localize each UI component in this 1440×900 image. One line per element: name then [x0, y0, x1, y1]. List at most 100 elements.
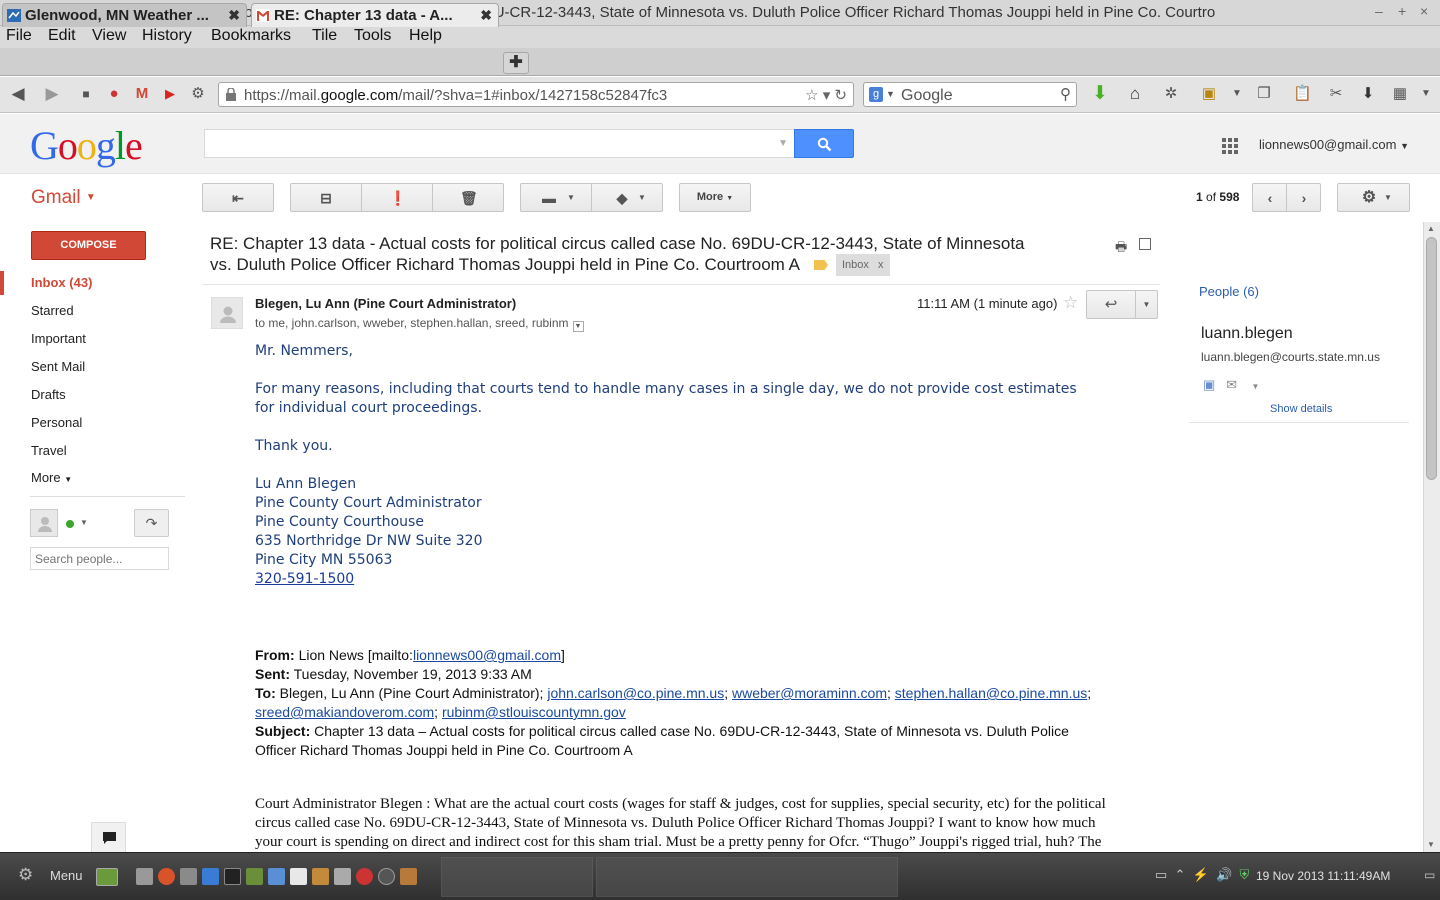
- chat-avatar[interactable]: [30, 509, 58, 537]
- files-icon[interactable]: [246, 868, 263, 885]
- app-icon[interactable]: [180, 868, 197, 885]
- briefcase-icon[interactable]: ▣: [1201, 86, 1217, 102]
- apps-grid-icon[interactable]: [1221, 137, 1239, 155]
- url-bar[interactable]: https://mail.google.com/mail/?shva=1#inb…: [218, 82, 854, 107]
- back-to-inbox-button[interactable]: ⇤: [202, 183, 274, 212]
- show-details-link[interactable]: Show details: [1270, 403, 1332, 415]
- tray-expand-icon[interactable]: ⌃: [1175, 867, 1186, 882]
- firefox-icon[interactable]: [158, 868, 175, 885]
- hangouts-button[interactable]: [91, 822, 126, 852]
- document-icon[interactable]: [268, 868, 285, 885]
- cut-icon[interactable]: ✂: [1328, 86, 1344, 102]
- youtube-icon[interactable]: ▶: [162, 86, 178, 102]
- calculator-icon[interactable]: [136, 868, 153, 885]
- paste-icon[interactable]: 📋: [1293, 86, 1312, 102]
- nav-starred[interactable]: Starred: [0, 299, 185, 323]
- gmail-menu[interactable]: Gmail ▼: [31, 187, 96, 209]
- tab-gmail[interactable]: RE: Chapter 13 data - A... ✖: [251, 3, 499, 27]
- dropdown-icon[interactable]: ▼: [1229, 86, 1245, 102]
- nav-travel[interactable]: Travel: [0, 439, 185, 463]
- reply-button[interactable]: ↩: [1086, 290, 1136, 319]
- chevron-down-icon[interactable]: ▼: [1252, 382, 1260, 391]
- scroll-up-icon[interactable]: ▲: [1427, 224, 1435, 233]
- sender-name[interactable]: Blegen, Lu Ann (Pine Court Administrator…: [255, 296, 516, 311]
- window-list-icon[interactable]: ▭: [1155, 867, 1167, 882]
- notification-icon[interactable]: ▭: [1424, 868, 1435, 882]
- app-icon[interactable]: [202, 868, 219, 885]
- nav-drafts[interactable]: Drafts: [0, 383, 185, 407]
- download-arrow-icon[interactable]: ⬇: [1092, 84, 1108, 103]
- nav-more[interactable]: More ▼: [0, 466, 185, 490]
- account-menu[interactable]: lionnews00@gmail.com ▼: [1259, 137, 1409, 152]
- taskbar-window[interactable]: [596, 857, 898, 897]
- important-marker-icon[interactable]: [813, 260, 828, 270]
- new-window-icon[interactable]: [1139, 238, 1151, 250]
- start-menu-button[interactable]: Menu: [50, 868, 83, 883]
- recipients-line[interactable]: to me, john.carlson, wweber, stephen.hal…: [255, 316, 584, 332]
- menu-help[interactable]: Help: [409, 27, 442, 45]
- menu-bookmarks[interactable]: Bookmarks: [211, 27, 291, 45]
- move-to-button[interactable]: ▬ ▼: [520, 183, 592, 212]
- app-icon[interactable]: [400, 868, 417, 885]
- close-tab-icon[interactable]: ✖: [228, 7, 240, 24]
- taskbar-window[interactable]: [441, 857, 593, 897]
- network-icon[interactable]: ⚡: [1193, 867, 1209, 882]
- menu-view[interactable]: View: [92, 27, 126, 45]
- terminal-icon[interactable]: [224, 868, 241, 885]
- addon-icon[interactable]: ✲: [1163, 86, 1179, 102]
- phone-link[interactable]: 320-591-1500: [255, 571, 354, 587]
- labels-button[interactable]: ◆ ▼: [591, 183, 663, 212]
- fwd-to-email-link[interactable]: john.carlson@co.pine.mn.us: [547, 685, 724, 701]
- report-spam-button[interactable]: ❗: [361, 183, 433, 212]
- menu-tile[interactable]: Tile: [312, 27, 337, 45]
- hangouts-refresh-button[interactable]: ↷: [134, 509, 169, 537]
- magnifier-icon[interactable]: ⚲: [1060, 85, 1071, 103]
- mail-search-input[interactable]: [205, 130, 775, 157]
- show-desktop-icon[interactable]: [96, 868, 118, 886]
- fwd-from-email-link[interactable]: lionnews00@gmail.com: [413, 647, 561, 663]
- settings-gear-icon[interactable]: ⚙: [190, 86, 206, 102]
- delete-button[interactable]: 🗑: [432, 183, 504, 212]
- app-icon[interactable]: [312, 868, 329, 885]
- forward-icon[interactable]: ▶: [44, 85, 60, 102]
- close-window-icon[interactable]: ×: [1420, 3, 1428, 19]
- mail-search-button[interactable]: [794, 129, 854, 158]
- search-options-icon[interactable]: ▼: [778, 138, 788, 149]
- nav-personal[interactable]: Personal: [0, 411, 185, 435]
- back-icon[interactable]: ◀: [10, 85, 26, 102]
- gmail-bookmark-icon[interactable]: M: [134, 86, 150, 102]
- copy-icon[interactable]: ❐: [1256, 86, 1272, 102]
- people-header[interactable]: People (6): [1199, 284, 1259, 299]
- email-envelope-icon[interactable]: ✉: [1226, 377, 1237, 392]
- maps-pin-icon[interactable]: ●: [106, 86, 122, 102]
- fwd-to-email-link[interactable]: wweber@moraminn.com: [732, 685, 887, 701]
- star-icon[interactable]: ☆: [1063, 293, 1078, 313]
- nav-inbox[interactable]: Inbox (43): [0, 271, 185, 295]
- google-logo[interactable]: Google: [30, 122, 143, 169]
- fwd-to-email-link[interactable]: rubinm@stlouiscountymn.gov: [442, 704, 626, 720]
- fwd-to-email-link[interactable]: stephen.hallan@co.pine.mn.us: [895, 685, 1087, 701]
- app-icon[interactable]: [356, 868, 373, 885]
- pdf-icon[interactable]: [290, 868, 307, 885]
- fwd-to-email-link[interactable]: sreed@makiandoverom.com: [255, 704, 434, 720]
- menu-file[interactable]: File: [6, 27, 32, 45]
- compose-button[interactable]: COMPOSE: [31, 231, 146, 260]
- menu-tools[interactable]: Tools: [354, 27, 391, 45]
- screenshot-icon[interactable]: ■: [78, 86, 94, 102]
- status-online-icon[interactable]: [66, 520, 74, 528]
- shield-icon[interactable]: ⛨: [1240, 867, 1250, 882]
- status-dropdown-icon[interactable]: ▼: [80, 518, 88, 527]
- volume-icon[interactable]: 🔊: [1216, 867, 1232, 882]
- print-icon[interactable]: 🖶: [1115, 238, 1127, 260]
- save-icon[interactable]: ⬇: [1360, 86, 1376, 102]
- close-tab-icon[interactable]: ✖: [480, 7, 492, 24]
- settings-button[interactable]: ⚙ ▼: [1337, 183, 1410, 212]
- archive-button[interactable]: ⊟: [290, 183, 362, 212]
- app-icon[interactable]: [334, 868, 351, 885]
- search-people-input[interactable]: [30, 547, 169, 570]
- nav-important[interactable]: Important: [0, 327, 185, 351]
- system-gear-icon[interactable]: ⚙: [18, 865, 33, 885]
- menu-edit[interactable]: Edit: [48, 27, 76, 45]
- menu-history[interactable]: History: [142, 27, 192, 45]
- maximize-icon[interactable]: +: [1398, 3, 1406, 19]
